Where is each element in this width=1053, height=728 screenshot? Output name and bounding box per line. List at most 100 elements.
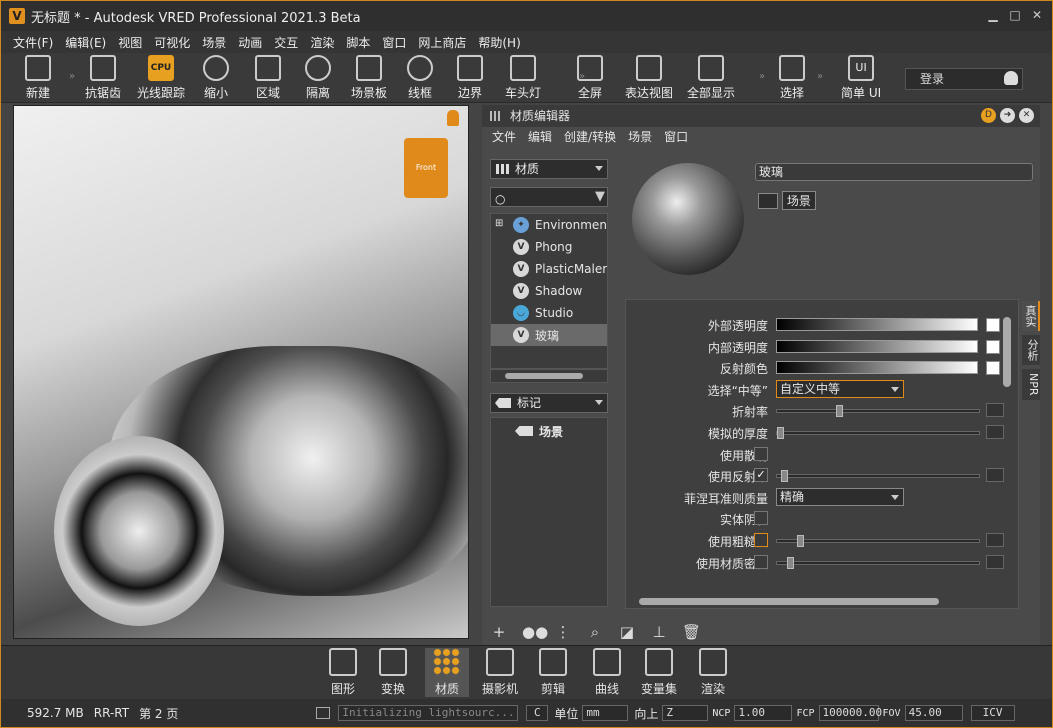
toolbar-button-8[interactable]: 边界: [457, 55, 483, 101]
property-slider[interactable]: [776, 427, 980, 439]
menu-item-7[interactable]: 渲染: [310, 34, 334, 51]
toolbar-button-13[interactable]: 选择: [779, 55, 805, 101]
toolbar-overflow-icon[interactable]: »: [579, 71, 585, 82]
expand-icon[interactable]: ⊞: [495, 218, 503, 229]
property-combo[interactable]: 精确: [776, 487, 904, 506]
slider-knob[interactable]: [777, 427, 784, 439]
color-swatch[interactable]: [986, 361, 1000, 376]
login-field[interactable]: 登录: [905, 68, 1023, 90]
material-tree[interactable]: ✦ Environment V Phong V PlasticMaler V Shadow ◡ S…: [490, 213, 608, 369]
slider-knob[interactable]: [796, 535, 804, 547]
color-gradient-bar[interactable]: [776, 318, 978, 331]
toolbar-button-2[interactable]: CPU 光线跟踪: [137, 55, 185, 101]
terminal-icon[interactable]: [316, 707, 331, 719]
menu-item-10[interactable]: 网上商店: [418, 34, 466, 51]
close-panel-icon[interactable]: ✕: [1019, 108, 1034, 123]
property-checkbox[interactable]: [754, 446, 768, 461]
material-preview-sphere[interactable]: [632, 163, 744, 275]
property-checkbox[interactable]: [754, 533, 768, 547]
property-checkbox[interactable]: ✓: [754, 468, 768, 483]
menu-item-6[interactable]: 交互: [274, 34, 298, 51]
mat-menu-item-3[interactable]: 场景: [628, 127, 652, 147]
icv-button[interactable]: ICV: [970, 705, 1015, 721]
grip-icon[interactable]: [490, 111, 500, 121]
property-slider[interactable]: [776, 556, 980, 569]
property-checkbox[interactable]: [754, 511, 768, 526]
console-output[interactable]: Initializing lightsourc...: [338, 705, 519, 721]
unit-select[interactable]: mm: [582, 705, 629, 721]
property-slider[interactable]: [776, 405, 980, 418]
render-viewport[interactable]: Front: [13, 105, 469, 639]
add-tag-icon[interactable]: [758, 192, 778, 209]
mat-menu-item-0[interactable]: 文件: [492, 127, 516, 147]
tree-icon[interactable]: ⋮: [554, 623, 572, 641]
add-material-icon[interactable]: +: [490, 623, 508, 641]
multi-select-icon[interactable]: ●●: [522, 623, 548, 641]
menu-item-5[interactable]: 动画: [238, 34, 262, 51]
menu-item-9[interactable]: 窗口: [382, 34, 406, 51]
dock-icon[interactable]: D: [981, 108, 996, 123]
maximize-icon[interactable]: □: [1008, 8, 1022, 22]
material-list-item[interactable]: V Phong: [491, 236, 607, 258]
menu-item-3[interactable]: 可视化: [154, 34, 190, 51]
find-icon[interactable]: ⌕: [586, 623, 604, 641]
toolbar-overflow-icon[interactable]: »: [817, 71, 823, 82]
menu-item-1[interactable]: 编辑(E): [65, 34, 106, 51]
mat-menu-item-2[interactable]: 创建/转换: [564, 127, 616, 147]
properties-horizontal-scrollbar[interactable]: [625, 595, 1005, 607]
scroll-thumb[interactable]: [505, 373, 583, 379]
module-button-7[interactable]: 渲染: [691, 648, 735, 697]
material-list-item[interactable]: V 玻璃: [491, 324, 607, 346]
material-name-field[interactable]: 玻璃: [755, 163, 1033, 181]
module-button-5[interactable]: 曲线: [585, 648, 629, 697]
menu-item-11[interactable]: 帮助(H): [478, 34, 520, 51]
stamp-icon[interactable]: ⊥: [650, 623, 668, 641]
toolbar-overflow-icon[interactable]: »: [759, 71, 765, 82]
filter-icon[interactable]: ▼: [595, 188, 605, 206]
scene-tag[interactable]: 场景: [781, 191, 816, 210]
material-list-item[interactable]: V Shadow: [491, 280, 607, 302]
tag-tree[interactable]: 场景: [490, 417, 608, 607]
up-axis-select[interactable]: Z: [662, 705, 709, 721]
properties-vertical-scrollbar[interactable]: [1001, 313, 1013, 603]
toolbar-button-5[interactable]: 隔离: [305, 55, 331, 101]
module-button-2[interactable]: 材质: [425, 648, 469, 697]
material-list-item[interactable]: ✦ Environment: [491, 214, 607, 236]
side-tab-0[interactable]: 真实: [1022, 301, 1040, 331]
toolbar-button-1[interactable]: 抗锯齿: [85, 55, 121, 101]
material-search-input[interactable]: ○ ▼: [490, 187, 608, 207]
mat-menu-item-4[interactable]: 窗口: [664, 127, 688, 147]
module-button-0[interactable]: 图形: [321, 648, 365, 697]
color-gradient-bar[interactable]: [776, 361, 978, 375]
apply-icon[interactable]: ◪: [618, 623, 636, 641]
tag-dropdown[interactable]: 标记: [490, 393, 608, 413]
minimize-icon[interactable]: ▁: [986, 8, 1000, 22]
material-list-item[interactable]: ◡ Studio: [491, 302, 607, 324]
trash-icon[interactable]: 🗑: [682, 623, 701, 641]
slider-knob[interactable]: [780, 470, 788, 483]
side-tab-2[interactable]: NPR: [1022, 369, 1040, 400]
arrow-right-icon[interactable]: ➜: [1000, 108, 1015, 123]
view-cube-icon[interactable]: Front: [404, 138, 448, 198]
menu-item-0[interactable]: 文件(F): [13, 34, 53, 51]
module-button-1[interactable]: 变换: [371, 648, 415, 697]
slider-knob[interactable]: [786, 556, 794, 569]
toolbar-button-11[interactable]: 表达视图: [625, 55, 673, 101]
close-icon[interactable]: ✕: [1030, 8, 1044, 22]
console-button[interactable]: C: [526, 705, 549, 721]
toolbar-button-14[interactable]: UI 简单 UI: [841, 55, 881, 101]
fcp-input[interactable]: 100000.00: [818, 705, 882, 721]
toolbar-button-3[interactable]: 缩小: [203, 55, 229, 101]
property-combo[interactable]: 自定义中等: [776, 379, 904, 398]
toolbar-button-4[interactable]: 区域: [255, 55, 281, 101]
property-slider[interactable]: [776, 535, 980, 547]
material-list-item[interactable]: V PlasticMaler: [491, 258, 607, 280]
color-swatch[interactable]: [986, 339, 1000, 354]
toolbar-button-6[interactable]: 场景板: [351, 55, 387, 101]
ncp-input[interactable]: 1.00: [734, 705, 793, 721]
property-checkbox[interactable]: [754, 554, 768, 569]
notification-icon[interactable]: [447, 110, 459, 126]
side-tab-1[interactable]: 分析: [1022, 335, 1040, 365]
material-filter-dropdown[interactable]: 材质: [490, 159, 608, 179]
toolbar-overflow-icon[interactable]: »: [69, 71, 75, 82]
